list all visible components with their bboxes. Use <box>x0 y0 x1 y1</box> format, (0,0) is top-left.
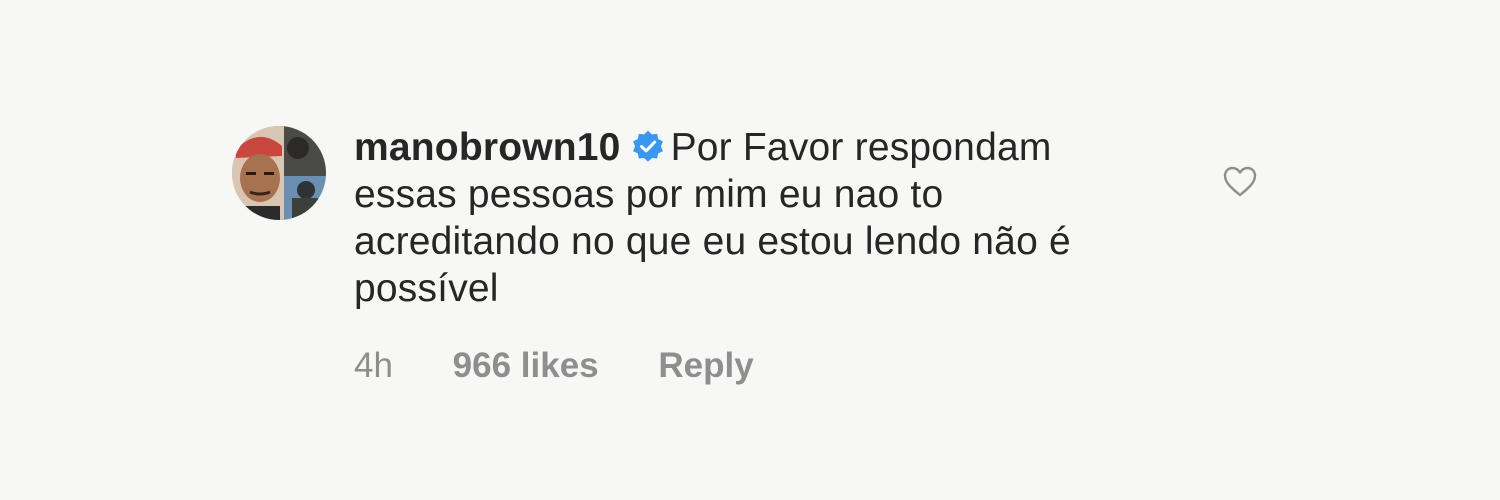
comment: manobrown10 Por Favor respondam essas pe… <box>232 124 1292 404</box>
avatar-image <box>232 126 326 220</box>
comment-timestamp[interactable]: 4h <box>354 346 393 386</box>
comment-meta: 4h 966 likes Reply <box>354 346 754 386</box>
heart-outline-icon[interactable] <box>1222 164 1258 200</box>
comment-likes-count[interactable]: 966 likes <box>453 346 599 386</box>
verified-badge-icon <box>631 130 665 164</box>
comment-username[interactable]: manobrown10 <box>354 126 621 169</box>
reply-button[interactable]: Reply <box>658 346 753 386</box>
avatar[interactable] <box>232 126 326 220</box>
comment-body: manobrown10 Por Favor respondam essas pe… <box>354 124 1154 312</box>
